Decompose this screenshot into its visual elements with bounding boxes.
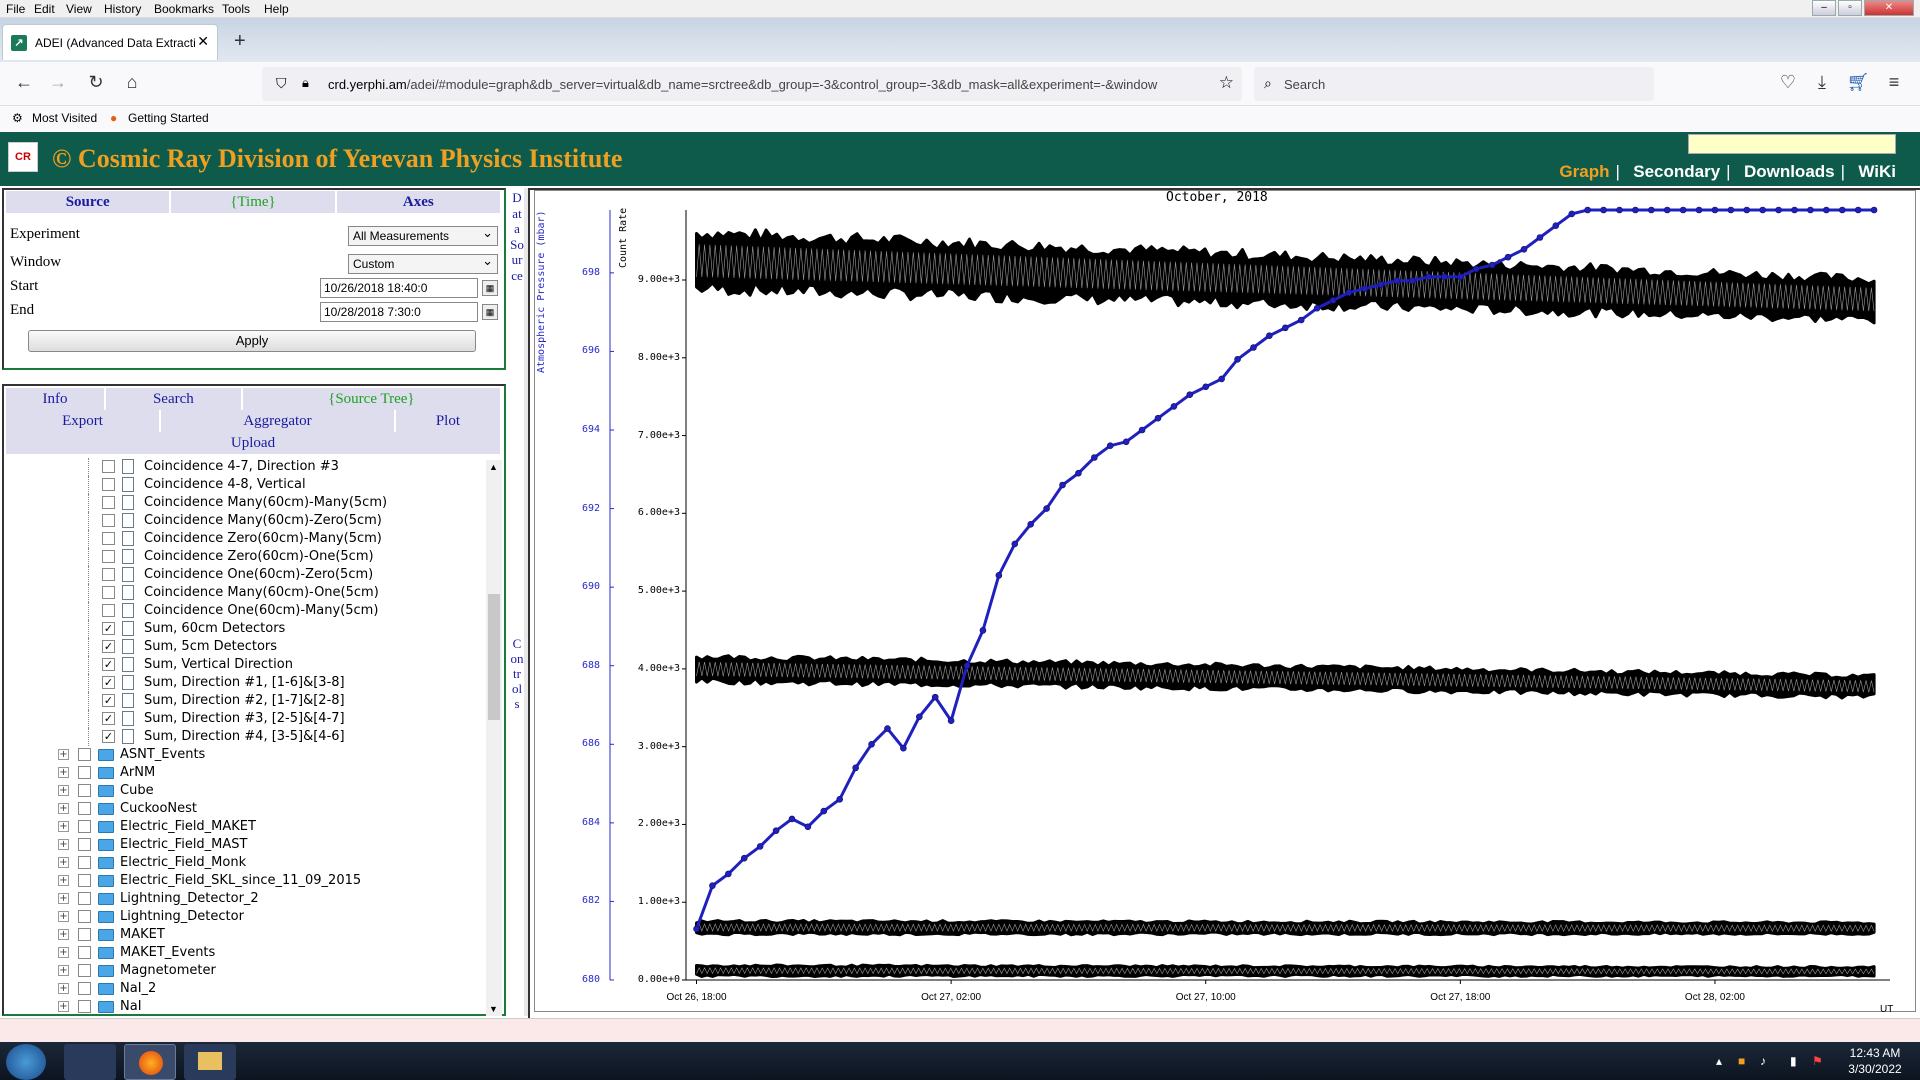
pressure-point <box>915 713 923 721</box>
count-rate-series-band <box>695 918 1876 937</box>
pressure-point <box>772 827 780 835</box>
pressure-point <box>1600 206 1607 214</box>
pressure-point <box>725 870 732 878</box>
pressure-point <box>1823 206 1830 214</box>
count-rate-series-band <box>695 963 1876 978</box>
pressure-point <box>1027 520 1034 528</box>
volume-icon[interactable]: ♪ <box>1760 1054 1766 1068</box>
pressure-point <box>693 925 700 933</box>
pressure-point <box>1425 273 1432 281</box>
clock[interactable]: 12:43 AM 3/30/2022 <box>1840 1045 1910 1077</box>
pressure-point <box>1616 206 1623 214</box>
pressure-point <box>979 627 987 634</box>
pressure-point <box>1138 426 1146 434</box>
pressure-point <box>1488 261 1496 269</box>
file-explorer-icon[interactable] <box>184 1044 236 1080</box>
pressure-point <box>788 815 796 823</box>
pressure-point <box>1838 206 1846 214</box>
pressure-point <box>1122 438 1130 446</box>
pressure-point <box>1727 206 1735 214</box>
graph-chart[interactable] <box>0 0 1920 1020</box>
pressure-point <box>820 807 828 815</box>
taskbar <box>0 1042 1920 1080</box>
pressure-point <box>1409 277 1416 285</box>
pressure-point <box>1297 316 1305 324</box>
windows-start-icon[interactable] <box>6 1044 46 1080</box>
network-icon[interactable]: ▮ <box>1790 1054 1797 1068</box>
pressure-point <box>1266 332 1273 340</box>
pressure-point <box>1043 505 1050 512</box>
pressure-point <box>1679 206 1687 214</box>
pressure-point <box>900 744 907 752</box>
timezone-label: UT <box>1880 1004 1894 1015</box>
pressure-point <box>1106 442 1114 450</box>
pressure-point <box>1743 206 1751 214</box>
tray-arrow-icon[interactable]: ▴ <box>1716 1054 1722 1068</box>
pressure-point <box>740 854 748 862</box>
pressure-point <box>947 717 955 725</box>
pressure-point <box>1520 245 1528 253</box>
pressure-point <box>1504 253 1512 261</box>
pressure-point <box>1854 206 1862 214</box>
pressure-point <box>1632 206 1639 214</box>
pressure-point <box>1202 383 1210 391</box>
pressure-point <box>868 740 875 748</box>
clock-time: 12:43 AM <box>1849 1046 1901 1060</box>
flag-icon[interactable]: ⚑ <box>1812 1054 1823 1068</box>
calculator-icon[interactable] <box>64 1044 116 1080</box>
pressure-point <box>1648 206 1655 214</box>
pressure-point <box>852 764 859 772</box>
tray-app-icon[interactable]: ■ <box>1738 1054 1745 1068</box>
pressure-point <box>836 795 844 803</box>
pressure-point <box>1329 297 1337 304</box>
pressure-point <box>1218 375 1225 383</box>
pressure-point <box>1663 206 1671 214</box>
pressure-point <box>1377 281 1385 288</box>
pressure-point <box>1807 206 1814 214</box>
pressure-series-line <box>695 208 1875 930</box>
pressure-point <box>804 823 812 831</box>
pressure-point <box>1536 234 1544 241</box>
pressure-point <box>1870 206 1878 214</box>
pressure-point <box>1711 206 1719 214</box>
pressure-point <box>1393 277 1400 285</box>
pressure-point <box>1695 206 1703 214</box>
pressure-point <box>1011 540 1019 548</box>
pressure-point <box>1472 265 1480 273</box>
pressure-point <box>1234 355 1241 363</box>
pressure-point <box>1345 289 1353 296</box>
pressure-point <box>1759 206 1766 214</box>
status-strip <box>0 1018 1920 1042</box>
pressure-point <box>1170 403 1178 410</box>
pressure-point <box>1075 469 1082 477</box>
pressure-point <box>1313 304 1321 312</box>
pressure-point <box>1281 324 1289 332</box>
pressure-point <box>1441 273 1448 281</box>
pressure-point <box>995 572 1003 579</box>
pressure-point <box>1791 206 1798 214</box>
pressure-point <box>1059 481 1066 489</box>
clock-date: 3/30/2022 <box>1848 1062 1902 1076</box>
pressure-point <box>884 725 891 732</box>
pressure-point <box>1186 391 1194 398</box>
firefox-taskbar-icon[interactable] <box>124 1044 176 1080</box>
pressure-point <box>1091 454 1098 461</box>
pressure-point <box>1457 273 1464 281</box>
pressure-point <box>963 662 971 670</box>
pressure-point <box>931 693 939 701</box>
pressure-point <box>1154 414 1162 422</box>
pressure-point <box>1361 285 1369 292</box>
pressure-point <box>1584 206 1591 214</box>
count-rate-series-band <box>695 228 1876 325</box>
pressure-point <box>1250 344 1257 351</box>
pressure-point <box>1775 206 1782 214</box>
pressure-point <box>1568 210 1576 218</box>
pressure-point <box>1552 222 1560 230</box>
pressure-point <box>709 882 716 890</box>
pressure-point <box>756 843 764 850</box>
